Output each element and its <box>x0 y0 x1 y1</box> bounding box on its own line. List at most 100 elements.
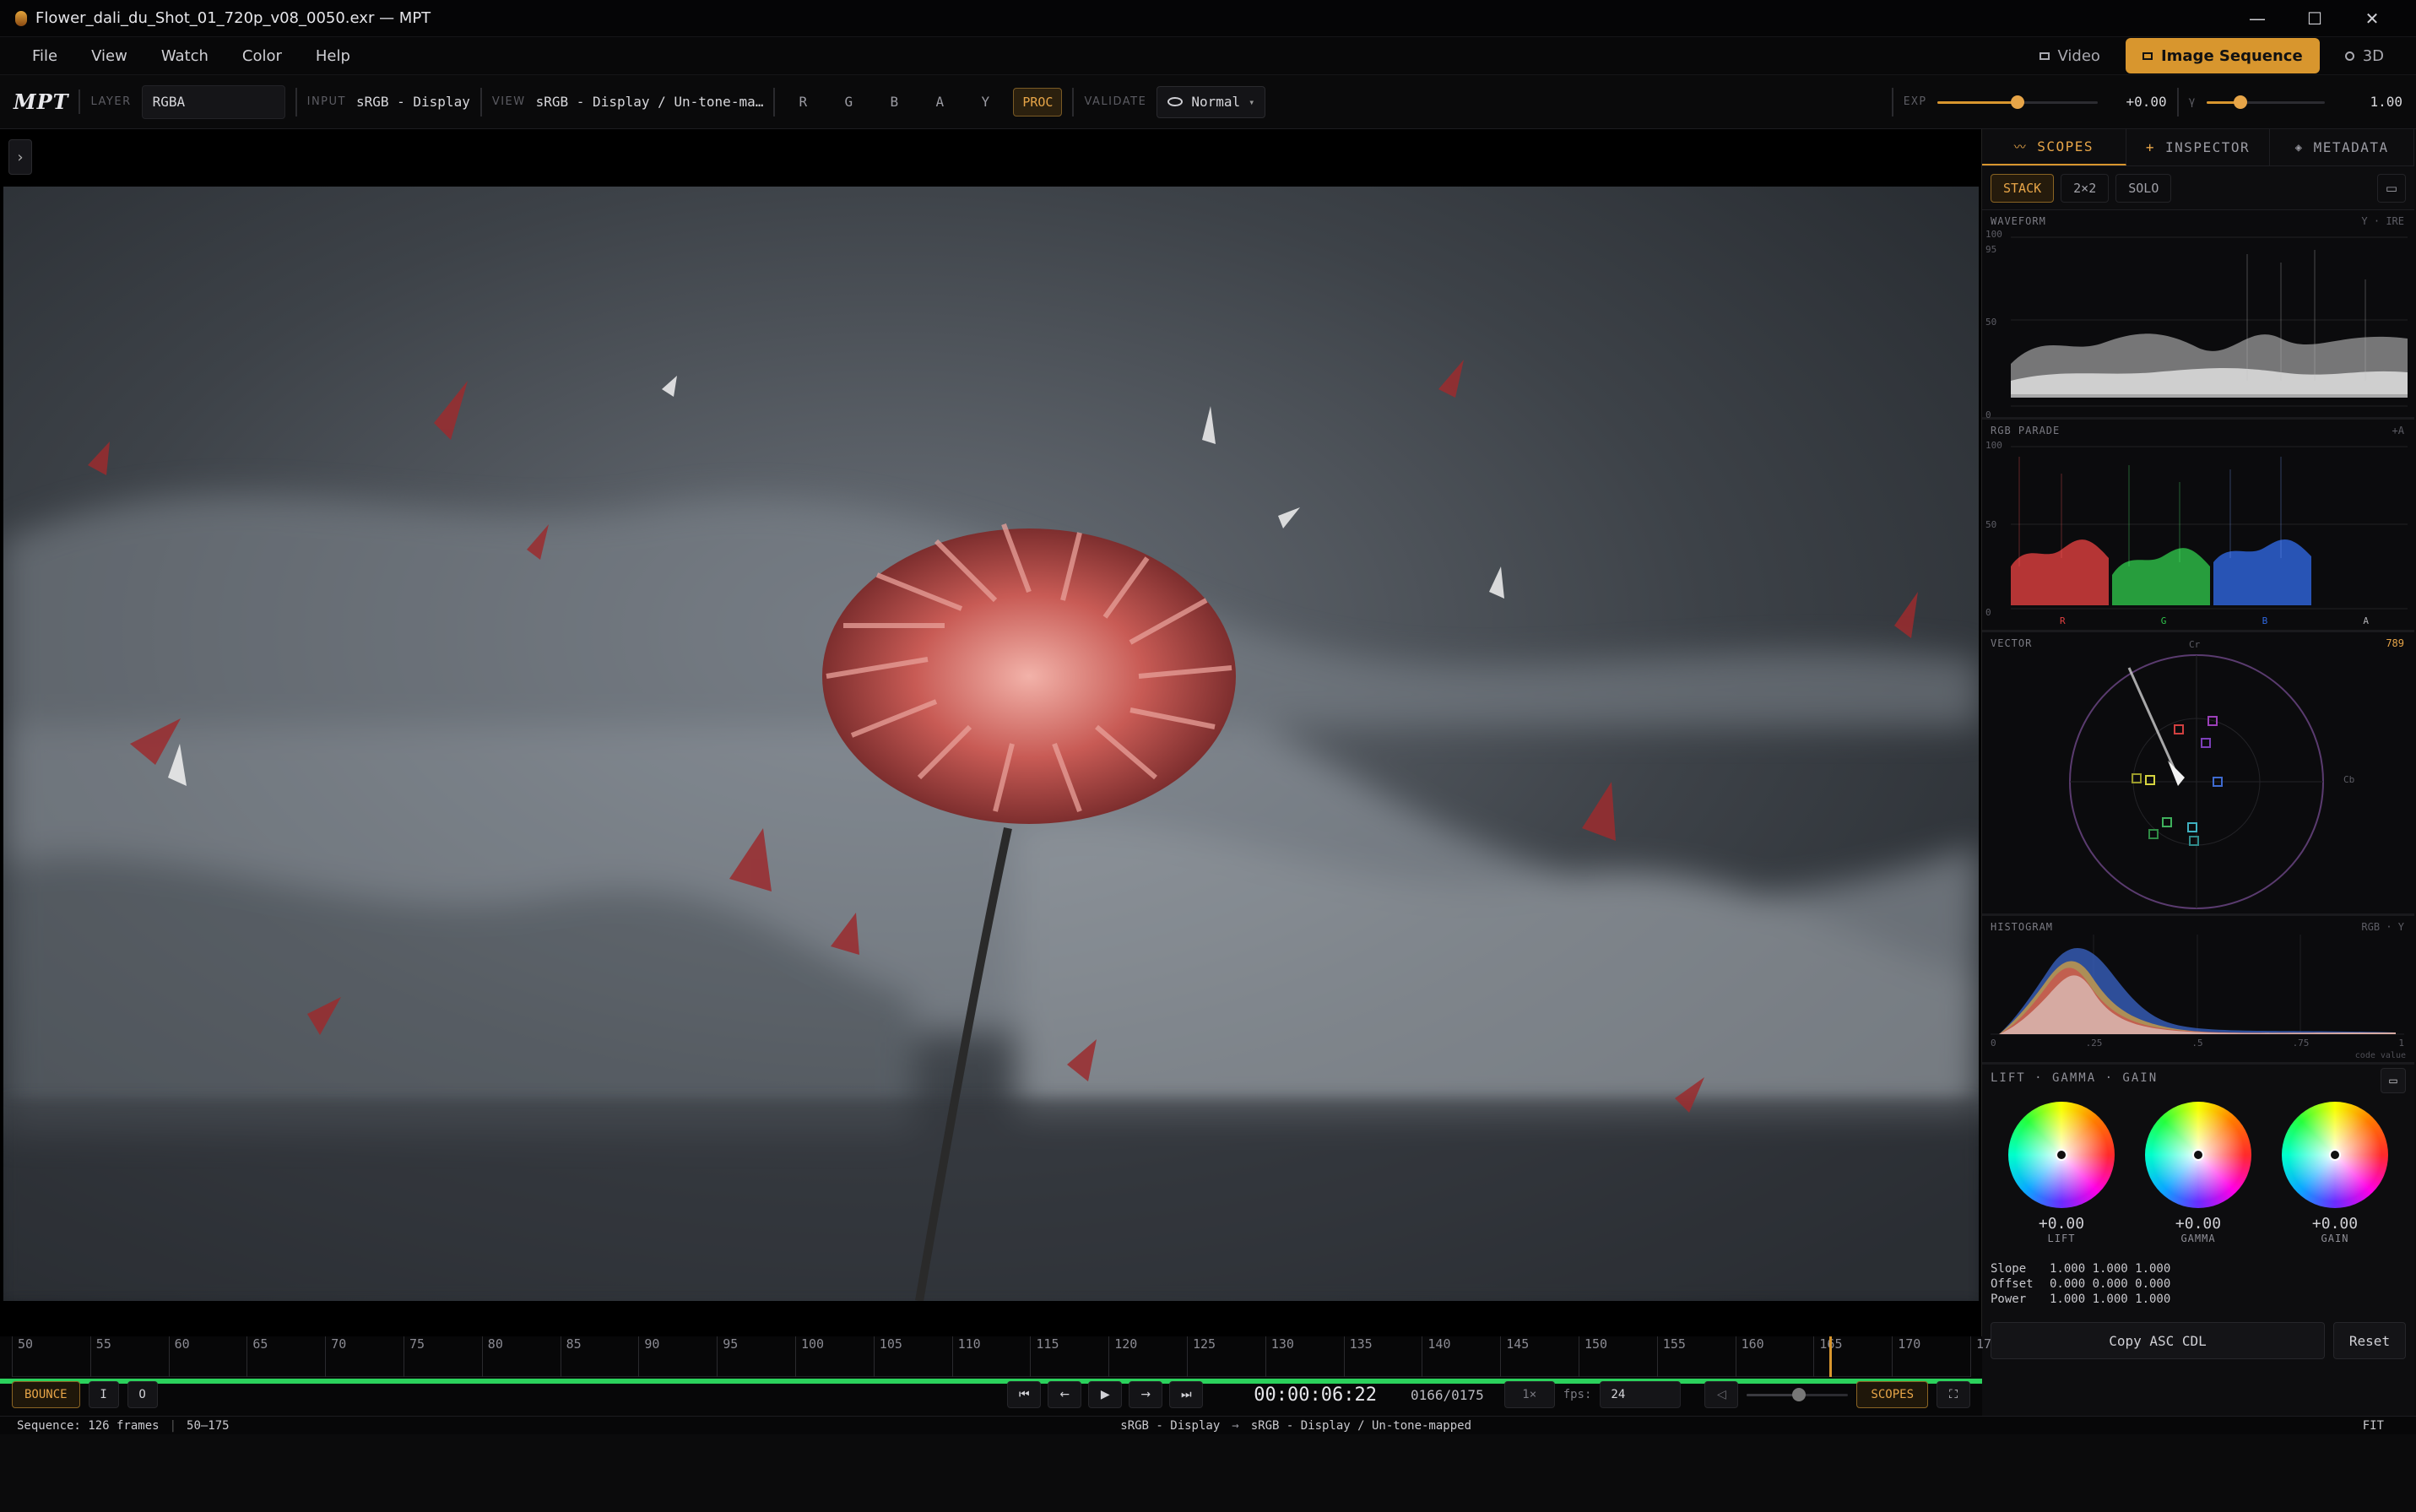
parade-b-label: B <box>2262 615 2268 626</box>
mode-video-button[interactable]: Video <box>2023 38 2117 73</box>
frame-counter: 0166/0175 <box>1411 1386 1484 1403</box>
lift-wheel-disc[interactable] <box>2008 1102 2115 1208</box>
channel-y-button[interactable]: Y <box>967 94 1003 110</box>
gamma-slider[interactable] <box>2207 92 2325 112</box>
gain-wheel-disc[interactable] <box>2282 1102 2388 1208</box>
play-button[interactable]: ▶ <box>1088 1381 1123 1408</box>
histogram-tick-025: .25 <box>2085 1038 2103 1049</box>
gain-wheel[interactable]: +0.00 GAIN <box>2267 1102 2402 1244</box>
bounce-toggle[interactable]: BOUNCE <box>12 1381 80 1408</box>
menu-watch[interactable]: Watch <box>144 37 225 75</box>
tab-metadata[interactable]: ◈ METADATA <box>2270 129 2415 165</box>
channel-g-button[interactable]: G <box>831 94 866 110</box>
viewer-image[interactable] <box>3 187 1979 1301</box>
window-title: Flower_dali_du_Shot_01_720p_v08_0050.exr… <box>35 9 431 27</box>
expand-left-panel-button[interactable]: › <box>8 139 32 175</box>
gamma-wheel-disc[interactable] <box>2145 1102 2251 1208</box>
image-viewer[interactable]: › 50 55 60 65 70 75 80 85 90 95 100 105 … <box>0 129 1999 1416</box>
input-colorspace-select[interactable]: sRGB - Display <box>356 94 470 110</box>
waveform-icon: 〰 <box>2013 140 2028 154</box>
gain-value: +0.00 <box>2311 1215 2359 1233</box>
prev-frame-button[interactable]: ← <box>1048 1381 1082 1408</box>
transport-bar: BOUNCE I O ⏮ ← ▶ → ⏭ 00:00:06:22 0166/01… <box>12 1380 1970 1409</box>
copy-asc-cdl-button[interactable]: Copy ASC CDL <box>1991 1322 2325 1359</box>
skip-back-icon: ⏮ <box>1018 1388 1030 1401</box>
layout-solo-button[interactable]: SOLO <box>2115 173 2172 203</box>
exposure-slider[interactable] <box>1937 92 2098 112</box>
in-point-button[interactable]: I <box>88 1381 119 1408</box>
gamma-wheel-value: +0.00 <box>2175 1215 2222 1233</box>
maximize-button[interactable]: ☐ <box>2286 0 2343 37</box>
out-point-button[interactable]: O <box>127 1381 158 1408</box>
mode-image-sequence-button[interactable]: Image Sequence <box>2125 38 2320 73</box>
channel-r-button[interactable]: R <box>785 94 821 110</box>
waveform-tick-50: 50 <box>1985 317 1997 328</box>
parade-plot <box>2011 446 2408 610</box>
ruler-tick: 115 <box>1030 1336 1059 1377</box>
layer-label: LAYER <box>90 95 132 108</box>
menu-help[interactable]: Help <box>299 37 367 75</box>
side-panel-tabs: 〰 SCOPES + INSPECTOR ◈ METADATA <box>1982 129 2415 166</box>
ruler-tick: 60 <box>168 1336 190 1377</box>
ruler-tick: 160 <box>1735 1336 1764 1377</box>
layout-2x2-button[interactable]: 2×2 <box>2061 173 2110 203</box>
ruler-tick: 135 <box>1343 1336 1373 1377</box>
scope-options-button[interactable]: ▭ <box>2377 173 2406 203</box>
parade-tick-0: 0 <box>1985 607 1991 618</box>
playback-speed[interactable]: 1× <box>1503 1381 1555 1408</box>
channel-a-button[interactable]: A <box>922 94 957 110</box>
mode-3d-button[interactable]: 3D <box>2328 38 2401 73</box>
view-transform-select[interactable]: sRGB - Display / Un-tone-ma… <box>536 94 764 110</box>
cc-options-button[interactable]: ▭ <box>2381 1068 2406 1093</box>
proc-toggle[interactable]: PROC <box>1013 87 1063 117</box>
view-label: VIEW <box>491 95 526 108</box>
playhead[interactable] <box>1828 1336 1832 1377</box>
channel-b-button[interactable]: B <box>876 94 912 110</box>
menu-color[interactable]: Color <box>225 37 299 75</box>
mute-button[interactable]: ◁ <box>1704 1381 1739 1408</box>
gamma-wheel[interactable]: +0.00 GAMMA <box>2131 1102 2266 1244</box>
ruler-tick: 145 <box>1500 1336 1529 1377</box>
waveform-tick-100: 100 <box>1985 229 2002 240</box>
asc-cdl-values: Slope 1.000 1.000 1.000 Offset 0.000 0.0… <box>1991 1261 2406 1307</box>
close-button[interactable]: ✕ <box>2343 0 2401 37</box>
validate-select[interactable]: Normal ▾ <box>1157 85 1266 118</box>
layout-stack-button[interactable]: STACK <box>1991 173 2055 203</box>
lift-wheel-handle[interactable] <box>2056 1149 2067 1161</box>
fullscreen-button[interactable]: ⛶ <box>1937 1381 1970 1408</box>
tab-scopes[interactable]: 〰 SCOPES <box>1982 129 2126 165</box>
histogram-tick-0: 0 <box>1991 1038 1996 1049</box>
layer-select[interactable]: RGBA <box>141 84 285 119</box>
menu-file[interactable]: File <box>15 37 74 75</box>
gain-wheel-handle[interactable] <box>2329 1149 2341 1161</box>
fps-value: 24 <box>1611 1388 1626 1401</box>
reset-button[interactable]: Reset <box>2333 1322 2406 1359</box>
ruler-tick: 150 <box>1579 1336 1607 1377</box>
volume-slider[interactable] <box>1747 1385 1849 1405</box>
mode-video-label: Video <box>2057 46 2100 65</box>
next-frame-button[interactable]: → <box>1129 1381 1163 1408</box>
histogram-tick-05: .5 <box>2191 1038 2203 1049</box>
scopes-toggle[interactable]: SCOPES <box>1856 1381 1928 1408</box>
viewer-toolbar: MPT LAYER RGBA INPUT sRGB - Display VIEW… <box>0 75 2416 129</box>
status-divider: | <box>169 1418 177 1433</box>
flower-render <box>3 187 1979 1301</box>
menu-view[interactable]: View <box>74 37 144 75</box>
lift-wheel[interactable]: +0.00 LIFT <box>1994 1102 2129 1244</box>
layers-icon: ◈ <box>2294 140 2304 154</box>
vectorscope: VECTOR 789 Cr Cb <box>1982 632 2414 916</box>
timeline-ruler[interactable]: 50 55 60 65 70 75 80 85 90 95 100 105 110 115 120 125 13… <box>12 1336 1999 1377</box>
gamma-wheel-handle[interactable] <box>2192 1149 2204 1161</box>
tab-scopes-label: SCOPES <box>2037 138 2094 154</box>
histogram-tick-1: 1 <box>2398 1038 2404 1049</box>
last-frame-button[interactable]: ⏭ <box>1169 1381 1204 1408</box>
waveform-title: WAVEFORM <box>1991 215 2046 227</box>
ruler-tick: 125 <box>1187 1336 1216 1377</box>
tab-inspector[interactable]: + INSPECTOR <box>2126 129 2271 165</box>
minimize-button[interactable]: — <box>2229 0 2286 37</box>
ruler-tick: 170 <box>1892 1336 1920 1377</box>
fps-input[interactable]: 24 <box>1600 1381 1682 1408</box>
vectorscope-plot <box>2069 654 2324 909</box>
fit-mode[interactable]: FIT <box>2363 1419 2384 1433</box>
first-frame-button[interactable]: ⏮ <box>1007 1381 1042 1408</box>
